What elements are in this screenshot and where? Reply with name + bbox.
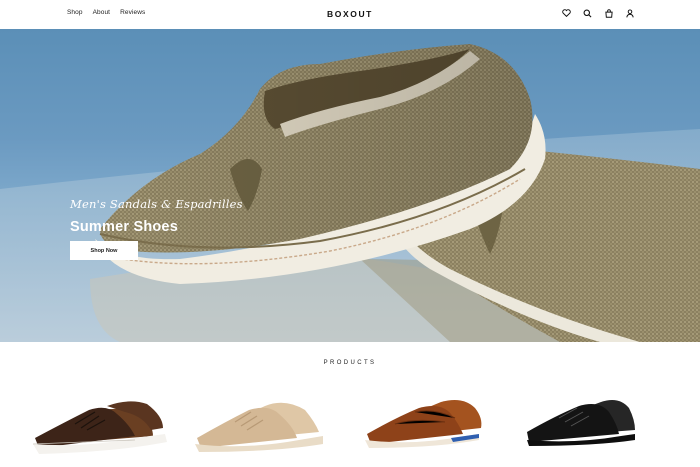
- product-image: [365, 400, 482, 448]
- heart-icon[interactable]: [562, 8, 571, 18]
- user-icon[interactable]: [625, 8, 634, 18]
- search-icon[interactable]: [583, 8, 592, 18]
- product-image: [32, 401, 167, 454]
- site-header: Shop About Reviews BOXOUT: [0, 0, 700, 29]
- hero-shoe-image: [0, 44, 700, 342]
- shop-now-button[interactable]: Shop Now: [70, 241, 138, 260]
- product-card-beige-sneakers[interactable]: [185, 388, 335, 467]
- header-icons: [562, 8, 634, 18]
- hero-banner: Men's Sandals & Espadrilles Summer Shoes…: [0, 29, 700, 342]
- products-heading: PRODUCTS: [323, 360, 377, 366]
- hero-subtitle: Men's Sandals & Espadrilles: [70, 197, 243, 211]
- product-card-brown-sneakers[interactable]: [25, 388, 175, 467]
- bag-icon[interactable]: [604, 8, 613, 18]
- hero-title: Summer Shoes: [70, 219, 178, 235]
- product-card-tan-sneakers[interactable]: [355, 388, 505, 467]
- product-image: [195, 402, 323, 452]
- product-card-black-sneakers[interactable]: [515, 388, 665, 467]
- product-image: [527, 400, 635, 446]
